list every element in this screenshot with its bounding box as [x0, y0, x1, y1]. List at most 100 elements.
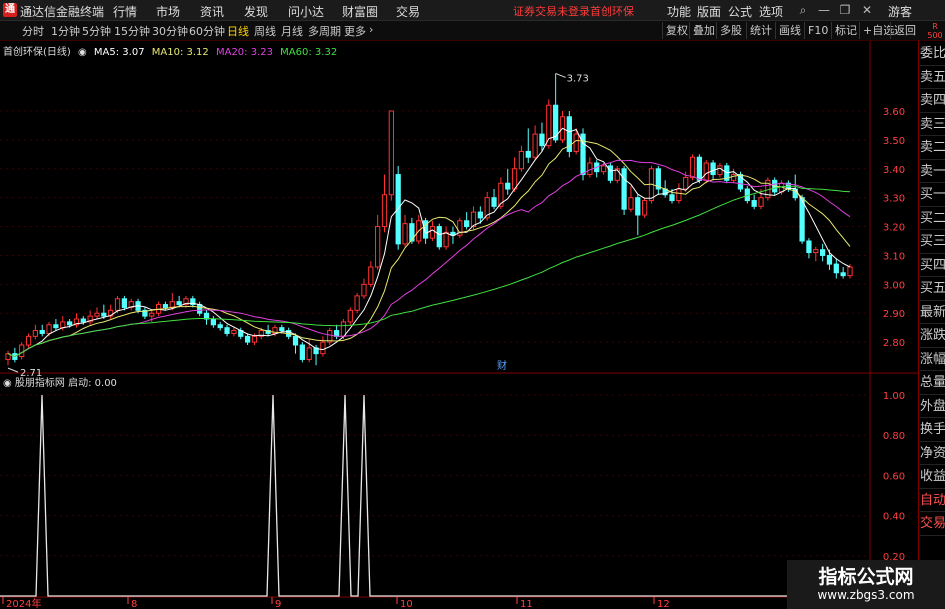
side-item-1[interactable]: 卖五: [920, 66, 945, 89]
candle-body-36: [251, 335, 258, 343]
indicator-name[interactable]: 股朋指标网: [15, 378, 65, 389]
side-item-12[interactable]: 涨跌: [920, 324, 945, 348]
candle-body-67: [464, 220, 470, 228]
tab-1min[interactable]: 1分钟: [51, 23, 80, 39]
mark-button[interactable]: 标记: [831, 22, 860, 39]
trade-login-status[interactable]: 证券交易未登录: [513, 3, 590, 19]
candle-body-16: [114, 298, 121, 311]
tab-30min[interactable]: 30分钟: [152, 23, 188, 39]
candle-body-98: [676, 188, 682, 202]
side-item-17[interactable]: 净资: [920, 442, 945, 465]
ind-tick-2: 0.60: [883, 471, 905, 482]
user-guest[interactable]: 游客: [888, 3, 912, 20]
candle-body-88: [607, 165, 614, 181]
candle-body-40: [279, 327, 285, 332]
price-tick-7: 2.90: [883, 309, 905, 320]
side-item-10[interactable]: 买五: [920, 277, 945, 301]
tab-daily[interactable]: 日线: [227, 23, 249, 39]
menu-ask-xiaoda[interactable]: 问小达: [288, 3, 324, 20]
side-item-14[interactable]: 总量: [920, 371, 945, 395]
low-marker-line: [7, 367, 19, 373]
statistics-button[interactable]: 统计: [746, 22, 775, 39]
indicator-settings-icon[interactable]: ◉: [3, 378, 12, 389]
r-500-badge[interactable]: R 500: [925, 22, 945, 40]
candle-body-56: [388, 110, 394, 196]
ma60-label: MA60: 3.32: [280, 47, 338, 58]
side-item-19[interactable]: 自动: [920, 489, 945, 512]
search-icon[interactable]: ⌕: [793, 2, 813, 18]
candle-body-103: [710, 162, 716, 176]
close-icon[interactable]: ✕: [857, 2, 877, 18]
candle-body-32: [224, 327, 230, 334]
side-item-18[interactable]: 收益: [920, 465, 945, 489]
candle-body-100: [689, 156, 696, 178]
indicator-value: 启动: 0.00: [68, 378, 117, 389]
tab-timeshare[interactable]: 分时: [22, 23, 44, 39]
tab-multi-period[interactable]: 多周期: [308, 23, 341, 39]
high-marker-line: [555, 72, 566, 78]
price-tick-3: 3.30: [883, 194, 905, 205]
side-item-7[interactable]: 买二: [920, 207, 945, 230]
side-item-11[interactable]: 最新: [920, 301, 945, 324]
menu-discover[interactable]: 发现: [244, 3, 268, 20]
candle-body-35: [244, 335, 251, 343]
menu-options[interactable]: 选项: [759, 3, 783, 20]
ma10-label: MA10: 3.12: [151, 47, 209, 58]
tab-weekly[interactable]: 周线: [254, 23, 276, 39]
menu-formula[interactable]: 公式: [728, 3, 752, 20]
side-item-13[interactable]: 涨幅: [920, 348, 945, 371]
back-button[interactable]: 返回: [890, 22, 919, 39]
price-tick-2: 3.40: [883, 165, 905, 176]
side-item-3[interactable]: 卖三: [920, 113, 945, 136]
f10-button[interactable]: F10: [804, 22, 831, 39]
menu-quotes[interactable]: 行情: [113, 3, 137, 20]
candle-body-23: [162, 304, 169, 308]
kline-chart[interactable]: 3.60 3.50 3.40 3.30 3.20 3.10 3.00 2.90 2.80 3.73…: [0, 41, 918, 609]
side-item-8[interactable]: 买三: [920, 230, 945, 254]
side-item-9[interactable]: 买四: [920, 254, 945, 277]
adjust-button[interactable]: 复权: [662, 22, 691, 39]
menu-news[interactable]: 资讯: [200, 3, 224, 20]
restore-icon[interactable]: ❐: [835, 2, 855, 18]
minimize-icon[interactable]: —: [814, 2, 834, 18]
candle-body-110: [758, 197, 764, 207]
side-item-4[interactable]: 卖二: [920, 136, 945, 160]
multi-stock-button[interactable]: 多股: [716, 22, 745, 39]
overlay-button[interactable]: 叠加: [689, 22, 718, 39]
candle-body-71: [491, 197, 497, 207]
current-stock-name: 首创环保: [590, 5, 634, 18]
menu-market[interactable]: 市场: [156, 3, 180, 20]
side-item-15[interactable]: 外盘: [920, 395, 945, 418]
candle-body-102: [703, 162, 709, 181]
ma20-line: [7, 159, 851, 358]
menu-functions[interactable]: 功能: [667, 3, 691, 20]
candle-body-62: [429, 226, 436, 239]
candle-body-121: [833, 263, 839, 274]
tab-60min[interactable]: 60分钟: [189, 23, 225, 39]
candle-body-69: [477, 211, 483, 219]
draw-line-button[interactable]: 画线: [775, 22, 804, 39]
tab-monthly[interactable]: 月线: [281, 23, 303, 39]
signal-line: [0, 395, 870, 597]
menu-wealth-circle[interactable]: 财富圈: [342, 3, 378, 20]
time-label-2: 9: [275, 599, 281, 609]
candle-body-74: [511, 168, 518, 190]
tab-5min[interactable]: 5分钟: [82, 23, 111, 39]
candle-body-78: [539, 133, 545, 147]
ind-tick-0: 1.00: [883, 391, 905, 402]
tab-15min[interactable]: 15分钟: [114, 23, 150, 39]
candle-body-44: [306, 347, 312, 360]
price-tick-0: 3.60: [883, 107, 905, 118]
tab-more[interactable]: 更多: [344, 23, 366, 39]
ma-settings-icon[interactable]: ◉: [78, 47, 87, 58]
watermark-url: www.zbgs3.com: [817, 588, 915, 602]
side-item-2[interactable]: 卖四: [920, 89, 945, 113]
side-item-5[interactable]: 卖一: [920, 160, 945, 183]
side-item-6[interactable]: 买一: [920, 183, 945, 207]
chevron-right-icon[interactable]: ›: [369, 23, 373, 36]
side-item-0[interactable]: 委比: [920, 42, 945, 66]
side-item-20[interactable]: 交易: [920, 512, 945, 536]
menu-layout[interactable]: 版面: [697, 3, 721, 20]
menu-trade[interactable]: 交易: [396, 3, 420, 20]
side-item-16[interactable]: 换手: [920, 418, 945, 442]
